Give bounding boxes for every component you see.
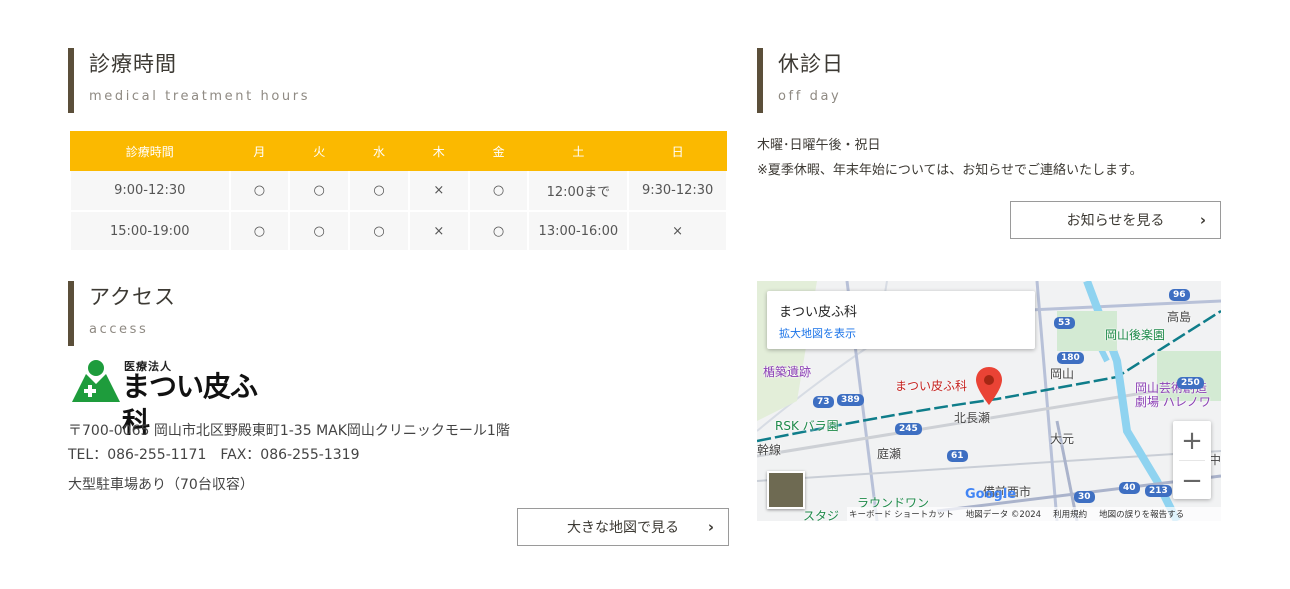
header-cell: 診療時間 [70, 131, 230, 171]
view-large-map-button[interactable]: 大きな地図で見る › [517, 508, 729, 546]
map-zoom-control: + − [1173, 421, 1211, 499]
map-place-label: 北長瀬 [954, 411, 991, 425]
off-day-days: 木曜･日曜午後・祝日 [757, 138, 881, 153]
map-pin-label: まつい皮ふ科 [895, 379, 968, 393]
route-shield: 389 [837, 394, 864, 406]
hours-title: 診療時間 [89, 52, 177, 76]
hours-subtitle: medical treatment hours [89, 89, 311, 104]
map-place-label: 庭瀬 [877, 447, 902, 461]
zoom-in-button[interactable]: + [1173, 421, 1211, 460]
route-shield: 250 [1177, 377, 1204, 389]
route-shield: 245 [895, 423, 922, 435]
table-cell: ○ [348, 171, 410, 212]
view-larger-map-link[interactable]: 拡大地図を表示 [779, 325, 1023, 341]
map-info-title: まつい皮ふ科 [779, 305, 858, 320]
address: 〒700-0065 岡山市北区野殿東町1-35 MAK岡山クリニックモール1階 [68, 423, 510, 439]
map-place-label: 岡山後楽園 [1105, 328, 1166, 342]
table-row: 15:00-19:00 ○ ○ ○ × ○ 13:00-16:00 × [69, 210, 728, 252]
satellite-toggle[interactable] [767, 471, 805, 509]
off-day-title: 休診日 [778, 52, 844, 76]
access-title: アクセス [89, 285, 176, 309]
access-subtitle: access [89, 322, 149, 337]
map-data-credit: 地図データ ©2024 [965, 510, 1042, 520]
route-shield: 53 [1054, 317, 1075, 329]
map-place-label: 岡山 [1050, 367, 1075, 381]
zoom-out-button[interactable]: − [1173, 461, 1211, 500]
table-cell: ○ [467, 210, 530, 252]
map-footer: キーボード ショートカット 地図データ ©2024 利用規約 地図の誤りを報告す… [847, 507, 1221, 521]
terms-link[interactable]: 利用規約 [1053, 508, 1087, 520]
map-pin-icon[interactable] [976, 367, 1002, 405]
table-cell: × [407, 171, 470, 212]
map-place-label: 幹線 [757, 443, 782, 457]
chevron-right-icon: › [707, 518, 714, 536]
route-shield: 213 [1145, 485, 1172, 497]
route-shield: 73 [813, 396, 834, 408]
report-error-link[interactable]: 地図の誤りを報告する [1099, 508, 1184, 520]
table-cell: 15:00-19:00 [69, 210, 231, 252]
hours-table-header-row: 診療時間 月 火 水 木 金 土 日 [70, 131, 727, 171]
header-cell: 火 [289, 131, 350, 171]
access-section-header: アクセス access [68, 281, 176, 346]
clinic-logo-icon [72, 360, 120, 402]
google-logo: Google [965, 487, 1017, 502]
google-map[interactable]: 楯築遺跡 RSK バラ園 北長瀬 庭瀬 大元 岡山 岡山後楽園 高島 岡山芸術創… [757, 281, 1221, 521]
table-cell: ○ [467, 171, 530, 212]
off-day-text: 木曜･日曜午後・祝日 ※夏季休暇、年末年始については、お知らせでご連絡いたします… [757, 133, 1143, 183]
route-shield: 180 [1057, 352, 1084, 364]
table-cell: 13:00-16:00 [527, 210, 630, 252]
address-block: 〒700-0065 岡山市北区野殿東町1-35 MAK岡山クリニックモール1階 … [68, 419, 510, 497]
route-shield: 61 [947, 450, 968, 462]
map-info-card: まつい皮ふ科 拡大地図を表示 [767, 291, 1035, 349]
route-shield: 96 [1169, 289, 1190, 301]
table-cell: 12:00まで [527, 171, 630, 212]
view-news-button[interactable]: お知らせを見る › [1010, 201, 1221, 239]
map-place-label: スタジ [803, 509, 840, 521]
keyboard-shortcuts-link[interactable]: キーボード ショートカット [849, 508, 954, 520]
view-large-map-label: 大きな地図で見る [567, 520, 679, 536]
table-cell: 9:00-12:30 [69, 171, 231, 212]
table-cell: ○ [228, 210, 291, 252]
chevron-right-icon: › [1199, 211, 1206, 229]
clinic-logo: 医療法人 まつい皮ふ科 [70, 358, 270, 439]
off-day-subtitle: off day [778, 89, 842, 104]
route-shield: 30 [1074, 491, 1095, 503]
off-day-note: ※夏季休暇、年末年始については、お知らせでご連絡いたします。 [757, 163, 1143, 178]
header-cell: 金 [468, 131, 529, 171]
view-news-label: お知らせを見る [1066, 213, 1165, 229]
header-cell: 日 [628, 131, 727, 171]
table-cell: × [407, 210, 470, 252]
table-cell: × [627, 210, 728, 252]
header-cell: 月 [229, 131, 290, 171]
header-cell: 土 [528, 131, 629, 171]
route-shield: 40 [1119, 482, 1140, 494]
table-cell: ○ [288, 210, 351, 252]
map-place-label: 楯築遺跡 [763, 365, 812, 379]
header-cell: 木 [408, 131, 469, 171]
map-place-label: RSK バラ園 [775, 419, 839, 433]
map-place-label: 高島 [1167, 310, 1192, 324]
off-day-section-header: 休診日 off day [757, 48, 844, 113]
map-place-label: 大元 [1050, 432, 1075, 446]
table-cell: ○ [288, 171, 351, 212]
parking-info: 大型駐車場あり（70台収容） [68, 477, 254, 493]
tel-fax: TEL：086-255-1171 FAX：086-255-1319 [68, 447, 360, 463]
map-place-label: 劇場 ハレノワ [1135, 395, 1211, 409]
table-cell: ○ [348, 210, 410, 252]
table-row: 9:00-12:30 ○ ○ ○ × ○ 12:00まで 9:30-12:30 [69, 171, 728, 212]
table-cell: 9:30-12:30 [627, 171, 728, 212]
header-cell: 水 [349, 131, 409, 171]
hours-section-header: 診療時間 medical treatment hours [68, 48, 310, 113]
hours-table: 診療時間 月 火 水 木 金 土 日 9:00-12:30 ○ ○ ○ × ○ … [69, 131, 728, 252]
table-cell: ○ [228, 171, 291, 212]
